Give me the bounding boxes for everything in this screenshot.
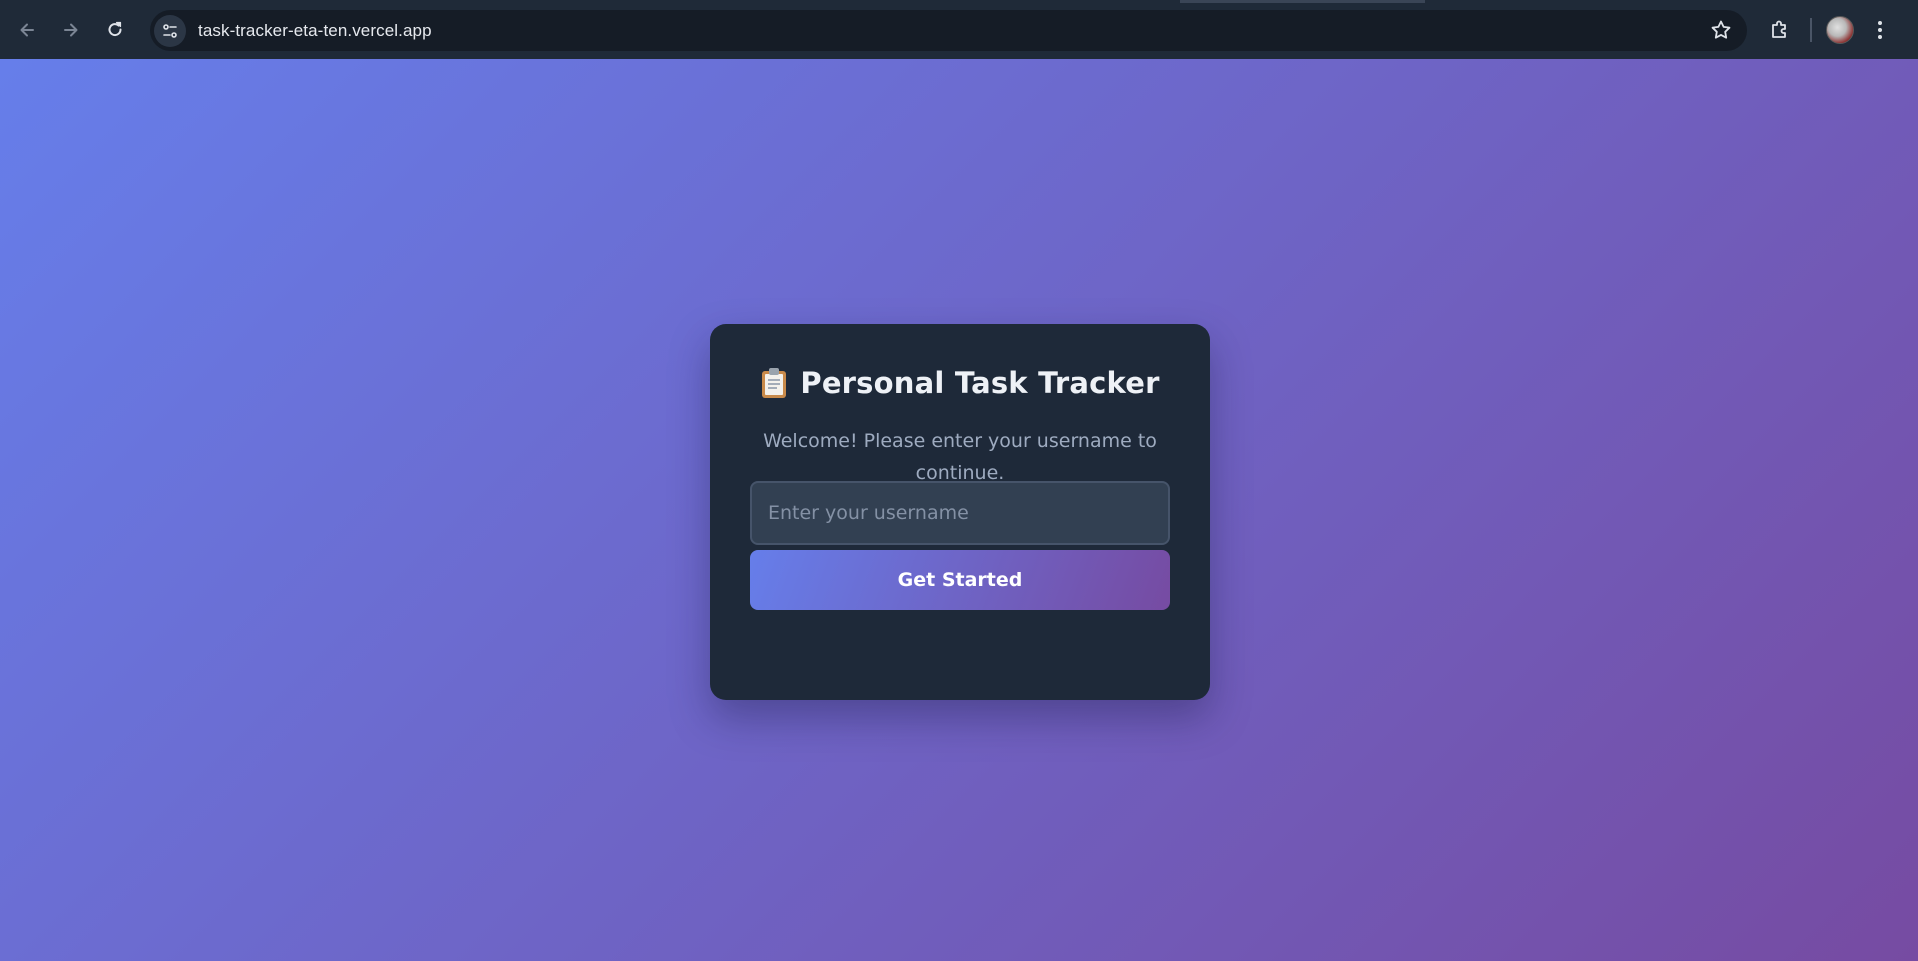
tab-strip-edge: [1180, 0, 1425, 3]
browser-toolbar: task-tracker-eta-ten.vercel.app: [0, 0, 1918, 59]
page-title: Personal Task Tracker: [710, 366, 1210, 400]
arrow-right-icon: [64, 23, 78, 36]
reload-icon: [108, 21, 122, 36]
login-card: Personal Task Tracker Welcome! Please en…: [710, 324, 1210, 700]
toolbar-divider: [1810, 18, 1812, 42]
forward-button[interactable]: [49, 8, 93, 52]
page-title-text: Personal Task Tracker: [800, 366, 1160, 400]
username-input[interactable]: [750, 481, 1170, 545]
welcome-message: Welcome! Please enter your username to c…: [763, 430, 1157, 484]
kebab-menu-icon: [1878, 21, 1882, 39]
address-bar[interactable]: task-tracker-eta-ten.vercel.app: [150, 10, 1747, 51]
star-icon: [1711, 20, 1731, 39]
back-button[interactable]: [5, 8, 49, 52]
puzzle-icon: [1772, 20, 1786, 38]
reload-button[interactable]: [93, 8, 137, 52]
arrow-left-icon: [20, 23, 34, 36]
clipboard-icon: [762, 368, 787, 398]
bookmark-button[interactable]: [1709, 18, 1733, 46]
browser-menu-button[interactable]: [1862, 10, 1898, 50]
toolbar-actions: [1760, 8, 1898, 52]
extensions-button[interactable]: [1760, 10, 1800, 50]
get-started-button[interactable]: Get Started: [750, 550, 1170, 610]
tune-icon: [163, 23, 177, 38]
url-text[interactable]: task-tracker-eta-ten.vercel.app: [198, 21, 432, 41]
site-info-button[interactable]: [154, 14, 186, 47]
page-background: Personal Task Tracker Welcome! Please en…: [0, 59, 1918, 961]
profile-avatar[interactable]: [1826, 16, 1854, 44]
